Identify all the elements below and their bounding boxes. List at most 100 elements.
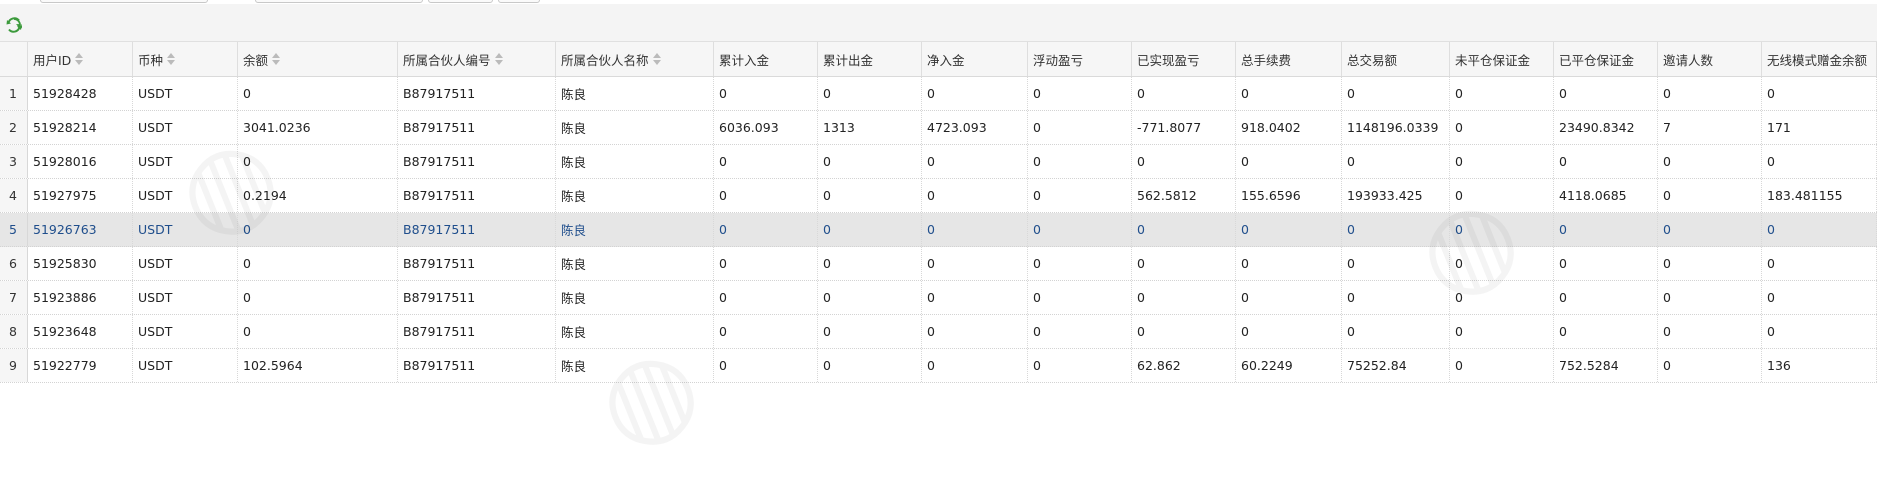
table-cell: 0 <box>1762 247 1877 280</box>
table-cell: 0 <box>1236 77 1342 110</box>
column-header-label: 累计入金 <box>719 52 770 68</box>
column-header[interactable]: 所属合伙人名称 <box>556 42 714 76</box>
table-cell: 陈良 <box>556 145 714 178</box>
table-cell: 51925830 <box>28 247 133 280</box>
column-header: 已平仓保证金 <box>1554 42 1658 76</box>
table-cell: B87917511 <box>398 111 556 144</box>
table-cell: 0 <box>238 281 398 314</box>
table-cell: 0 <box>238 247 398 280</box>
table-cell: -771.8077 <box>1132 111 1236 144</box>
table-cell: 23490.8342 <box>1554 111 1658 144</box>
table-cell: 0 <box>238 77 398 110</box>
column-header-label: 余额 <box>243 52 269 68</box>
table-cell: 0 <box>1028 213 1132 246</box>
table-cell: 0 <box>1450 349 1554 382</box>
table-cell: 0 <box>1762 315 1877 348</box>
sort-icon[interactable] <box>494 53 503 65</box>
table-cell: 0 <box>1450 179 1554 212</box>
table-cell: 0 <box>1450 77 1554 110</box>
table-cell: 0 <box>922 213 1028 246</box>
button-fragment[interactable] <box>428 0 493 3</box>
column-header-label: 累计出金 <box>823 52 874 68</box>
column-header-label: 总交易额 <box>1347 52 1398 68</box>
table-cell: 陈良 <box>556 247 714 280</box>
table-cell: 0 <box>714 145 818 178</box>
column-header[interactable]: 余额 <box>238 42 398 76</box>
table-row[interactable]: 4 51927975 USDT 0.2194 B87917511 陈良 0 0 0 0 562.58… <box>0 179 1877 213</box>
table-cell: 0 <box>714 77 818 110</box>
column-header: 总交易额 <box>1342 42 1450 76</box>
filter-input-fragment[interactable] <box>255 0 423 3</box>
column-header: 累计出金 <box>818 42 922 76</box>
table-cell: 0 <box>714 213 818 246</box>
column-header-label: 无线模式赠金余额 <box>1767 52 1868 68</box>
table-row[interactable]: 2 51928214 USDT 3041.0236 B87917511 陈良 6036.09… <box>0 111 1877 145</box>
sort-icon[interactable] <box>75 53 84 65</box>
table-row[interactable]: 5 51926763 USDT 0 B87917511 陈良 0 0 0 0 0 0 0 0 0 0 0 <box>0 213 1877 247</box>
column-header-label: 邀请人数 <box>1663 52 1714 68</box>
refresh-icon[interactable] <box>6 17 25 33</box>
row-number-header <box>0 42 28 76</box>
grid-toolbar <box>0 4 1877 42</box>
column-header: 邀请人数 <box>1658 42 1762 76</box>
table-cell: 0 <box>1554 77 1658 110</box>
button-fragment[interactable] <box>498 0 540 3</box>
table-cell: 136 <box>1762 349 1877 382</box>
table-row[interactable]: 3 51928016 USDT 0 B87917511 陈良 0 0 0 0 0 0 0 0 0 0 0 <box>0 145 1877 179</box>
table-cell: B87917511 <box>398 213 556 246</box>
table-row[interactable]: 8 51923648 USDT 0 B87917511 陈良 0 0 0 0 0 0 0 0 0 0 0 <box>0 315 1877 349</box>
column-header: 浮动盈亏 <box>1028 42 1132 76</box>
table-cell: 60.2249 <box>1236 349 1342 382</box>
filter-input-fragment[interactable] <box>40 0 208 3</box>
column-header[interactable]: 所属合伙人编号 <box>398 42 556 76</box>
table-cell: 51928428 <box>28 77 133 110</box>
table-cell: 0 <box>1554 247 1658 280</box>
sort-icon[interactable] <box>167 53 176 65</box>
table-cell: USDT <box>133 213 238 246</box>
table-cell: 0 <box>922 77 1028 110</box>
table-cell: USDT <box>133 77 238 110</box>
table-cell: 0 <box>1342 247 1450 280</box>
table-cell: 0 <box>1554 315 1658 348</box>
sort-icon[interactable] <box>272 53 281 65</box>
row-number: 7 <box>0 281 28 314</box>
column-header: 无线模式赠金余额 <box>1762 42 1877 76</box>
table-cell: 62.862 <box>1132 349 1236 382</box>
column-header: 净入金 <box>922 42 1028 76</box>
table-cell: 0 <box>1658 349 1762 382</box>
row-number: 5 <box>0 213 28 246</box>
table-row[interactable]: 9 51922779 USDT 102.5964 B87917511 陈良 0 0 0 0 62.8… <box>0 349 1877 383</box>
table-cell: 0 <box>1236 213 1342 246</box>
table-cell: 0 <box>818 349 922 382</box>
table-cell: 51927975 <box>28 179 133 212</box>
table-cell: 193933.425 <box>1342 179 1450 212</box>
table-cell: 0 <box>922 247 1028 280</box>
table-row[interactable]: 7 51923886 USDT 0 B87917511 陈良 0 0 0 0 0 0 0 0 0 0 0 <box>0 281 1877 315</box>
column-header: 未平仓保证金 <box>1450 42 1554 76</box>
table-cell: B87917511 <box>398 247 556 280</box>
table-cell: USDT <box>133 145 238 178</box>
table-cell: 0 <box>1342 213 1450 246</box>
column-header: 累计入金 <box>714 42 818 76</box>
table-cell: 0 <box>714 247 818 280</box>
table-row[interactable]: 6 51925830 USDT 0 B87917511 陈良 0 0 0 0 0 0 0 0 0 0 0 <box>0 247 1877 281</box>
column-header[interactable]: 币种 <box>133 42 238 76</box>
sort-icon[interactable] <box>652 53 661 65</box>
table-cell: 51926763 <box>28 213 133 246</box>
column-header: 总手续费 <box>1236 42 1342 76</box>
column-header[interactable]: 用户ID <box>28 42 133 76</box>
table-cell: 51923648 <box>28 315 133 348</box>
table-cell: 0 <box>1658 315 1762 348</box>
table-cell: 0 <box>1450 281 1554 314</box>
table-cell: USDT <box>133 111 238 144</box>
table-cell: USDT <box>133 315 238 348</box>
table-cell: 0 <box>714 179 818 212</box>
table-cell: 6036.093 <box>714 111 818 144</box>
table-cell: 0 <box>1658 77 1762 110</box>
table-cell: USDT <box>133 247 238 280</box>
table-row[interactable]: 1 51928428 USDT 0 B87917511 陈良 0 0 0 0 0 0 0 0 0 0 0 <box>0 77 1877 111</box>
table-cell: B87917511 <box>398 315 556 348</box>
table-cell: 0 <box>1132 247 1236 280</box>
table-cell: 0 <box>238 145 398 178</box>
table-cell: 0 <box>922 281 1028 314</box>
